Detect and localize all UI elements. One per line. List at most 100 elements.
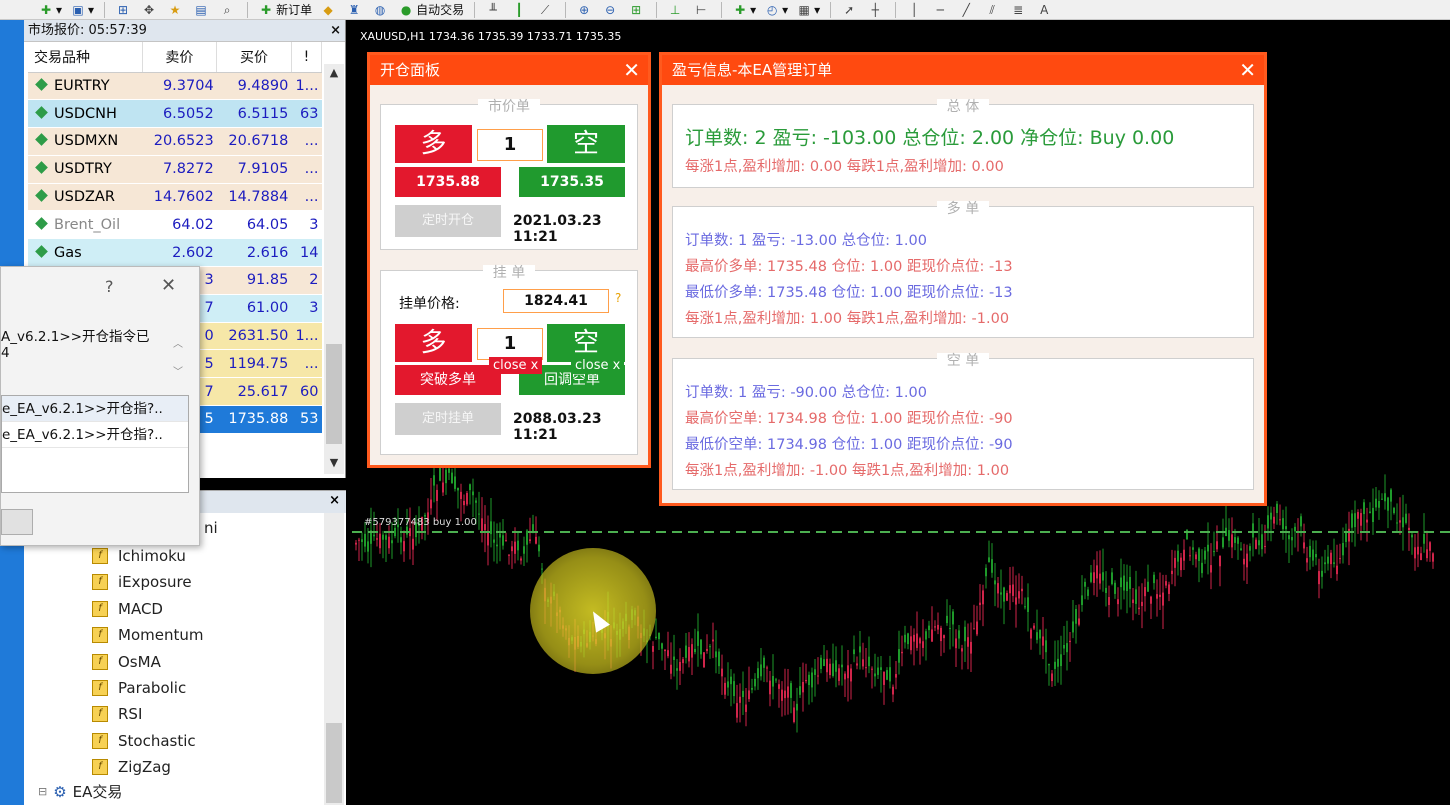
tester-button[interactable]: ⌕	[215, 1, 241, 19]
scrollbar-thumb[interactable]	[326, 344, 342, 444]
candle-body	[367, 541, 369, 552]
table-row[interactable]: USDCNH 6.5052 6.5115 63	[28, 99, 322, 129]
long-summary-line: 订单数: 1 盈亏: -13.00 总仓位: 1.00	[685, 233, 927, 249]
navigator-indicator-item[interactable]: f Parabolic	[92, 675, 186, 701]
zoom-in-button[interactable]: ⊕	[572, 1, 598, 19]
bar-chart-button[interactable]: ╨	[481, 1, 507, 19]
new-order-button[interactable]: ✚ 新订单	[254, 1, 316, 19]
pending-price-input[interactable]: 1824.41	[503, 289, 609, 313]
table-row[interactable]: USDMXN 20.6523 20.6718...	[28, 127, 322, 156]
line-chart-button[interactable]: ⟋	[533, 1, 559, 19]
signals-button[interactable]: ♜	[342, 1, 368, 19]
close-icon[interactable]: ×	[329, 493, 340, 508]
sell-price-display[interactable]: 1735.35	[519, 167, 625, 197]
navigator-indicator-item[interactable]: f Ichimoku	[92, 543, 186, 569]
vertical-line-tool[interactable]: │	[902, 1, 928, 19]
navigator-indicator-item[interactable]: f iExposure	[92, 569, 192, 595]
list-item[interactable]: e_EA_v6.2.1>>开仓指?..	[2, 422, 188, 448]
buy-market-button[interactable]: 多	[395, 125, 472, 163]
candle-body	[466, 493, 468, 505]
candle-body	[1189, 555, 1191, 557]
community-button[interactable]: ◍	[368, 1, 394, 19]
navigator-button[interactable]: ★	[163, 1, 189, 19]
lot-size-input[interactable]: 1	[477, 129, 543, 161]
scroll-up-icon[interactable]: ▲	[324, 66, 344, 79]
candle-chart-button[interactable]: ┃	[507, 1, 533, 19]
help-icon[interactable]: ?	[105, 277, 114, 296]
navigator-scrollbar[interactable]	[324, 513, 344, 805]
candle-body	[1309, 545, 1311, 558]
table-row[interactable]: EURTRY 9.3704 9.4890 1...	[28, 72, 322, 101]
indicator-function-icon: f	[92, 600, 108, 617]
crosshair-tool[interactable]: ┼	[863, 1, 889, 19]
horizontal-line-tool[interactable]: ─	[928, 1, 954, 19]
buy-pending-button[interactable]: 多	[395, 324, 472, 362]
table-row[interactable]: USDTRY 7.8272 7.9105...	[28, 155, 322, 184]
new-chart-button[interactable]: ✚ ▾	[34, 1, 66, 19]
tile-windows-button[interactable]: ⊞	[624, 1, 650, 19]
pending-lot-input[interactable]: 1	[477, 328, 543, 360]
buy-price-display[interactable]: 1735.88	[395, 167, 501, 197]
close-button[interactable]	[1, 509, 33, 535]
close-long-tag[interactable]: close x	[489, 357, 543, 374]
fibonacci-tool[interactable]: ≣	[1006, 1, 1032, 19]
terminal-button[interactable]: ▤	[189, 1, 215, 19]
market-watch-scrollbar[interactable]: ▲ ▼	[324, 64, 344, 474]
trendline-tool[interactable]: ╱	[954, 1, 980, 19]
close-icon[interactable]: ✕	[1239, 55, 1256, 85]
col-ask-header[interactable]: 买价	[216, 42, 292, 73]
periods-button[interactable]: ◴ ▾	[760, 1, 792, 19]
metaeditor-button[interactable]: ◆	[316, 1, 342, 19]
col-bid-header[interactable]: 卖价	[142, 42, 218, 73]
navigator-indicator-item[interactable]: f Stochastic	[92, 728, 196, 754]
navigator-indicator-item[interactable]: f ZigZag	[92, 754, 171, 780]
autoscroll-button[interactable]: ⊥	[663, 1, 689, 19]
candle-body	[1216, 541, 1218, 550]
indicators-button[interactable]: ✚ ▾	[728, 1, 760, 19]
navigator-indicator-item[interactable]: f OsMA	[92, 649, 161, 675]
zoom-out-button[interactable]: ⊖	[598, 1, 624, 19]
sell-market-button[interactable]: 空	[547, 125, 625, 163]
text-tool[interactable]: A	[1032, 1, 1058, 19]
help-icon[interactable]: ?	[615, 291, 621, 305]
scrollbar-thumb[interactable]	[326, 723, 342, 803]
timed-pending-datetime[interactable]: 2088.03.23 11:21	[513, 411, 637, 443]
table-row[interactable]: Brent_Oil 64.02 64.05 3	[28, 210, 322, 240]
navigator-indicator-item[interactable]: f RSI	[92, 701, 142, 727]
table-row[interactable]: USDZAR 14.7602 14.7884...	[28, 183, 322, 212]
channel-icon: ⫽	[989, 2, 995, 17]
col-spread-header[interactable]: !	[291, 42, 323, 73]
navigator-indicator-item[interactable]: f MACD	[92, 596, 163, 622]
close-icon[interactable]: ×	[330, 20, 341, 42]
channel-tool[interactable]: ⫽	[980, 1, 1006, 19]
close-icon[interactable]: ✕	[161, 275, 176, 296]
auto-trading-button[interactable]: ● 自动交易	[394, 1, 468, 19]
candle-body	[517, 540, 519, 551]
market-watch-button[interactable]: ⊞	[111, 1, 137, 19]
scroll-down-icon[interactable]: ﹀	[173, 363, 183, 378]
scroll-down-icon[interactable]: ▼	[324, 456, 344, 469]
templates-button[interactable]: ▦ ▾	[792, 1, 824, 19]
indicator-label: Ichimoku	[118, 547, 186, 565]
timed-open-button[interactable]: 定时开仓	[395, 205, 501, 237]
candle-body	[1036, 632, 1038, 640]
navigator-indicator-item[interactable]: f Momentum	[92, 622, 203, 648]
breakout-long-button[interactable]: 突破多单	[395, 365, 501, 395]
close-icon[interactable]: ✕	[623, 55, 640, 85]
col-symbol-header[interactable]: 交易品种	[28, 42, 143, 73]
ea-group-item[interactable]: ⊟ ⚙ EA交易	[38, 781, 122, 802]
timed-pending-button[interactable]: 定时挂单	[395, 403, 501, 435]
candle-body	[1354, 513, 1356, 528]
list-item[interactable]: e_EA_v6.2.1>>开仓指?..	[2, 396, 188, 422]
scroll-up-icon[interactable]: ︿	[173, 335, 183, 350]
collapse-icon[interactable]: ⊟	[38, 785, 47, 798]
profiles-button[interactable]: ▣ ▾	[66, 1, 98, 19]
close-short-tag[interactable]: close x	[571, 357, 625, 374]
candle-body	[1201, 562, 1203, 574]
timed-open-datetime[interactable]: 2021.03.23 11:21	[513, 213, 637, 245]
cursor-tool[interactable]: ➚	[837, 1, 863, 19]
table-row[interactable]: Gas 2.602 2.616 14	[28, 238, 322, 268]
chart-shift-button[interactable]: ⊢	[689, 1, 715, 19]
spread-cell: 60	[291, 377, 322, 407]
data-window-button[interactable]: ✥	[137, 1, 163, 19]
